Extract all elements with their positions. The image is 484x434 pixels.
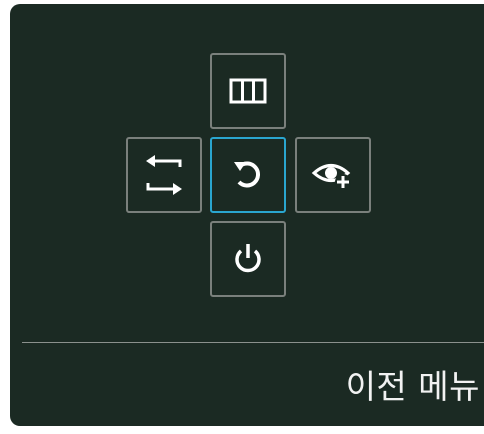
key-center-button[interactable]	[210, 137, 286, 213]
key-right-button[interactable]	[295, 137, 371, 213]
eye-settings-icon	[311, 164, 351, 190]
key-down-button[interactable]	[210, 221, 286, 297]
swap-arrows-icon	[146, 155, 182, 195]
selected-function-label: 이전 메뉴	[345, 367, 480, 406]
divider-line	[22, 342, 484, 343]
key-left-button[interactable]	[126, 137, 202, 213]
key-up-button[interactable]	[210, 53, 286, 129]
power-icon	[235, 244, 261, 273]
undo-back-icon	[234, 161, 260, 188]
columns-icon	[229, 78, 267, 104]
osd-control-panel: 이전 메뉴	[10, 4, 484, 426]
